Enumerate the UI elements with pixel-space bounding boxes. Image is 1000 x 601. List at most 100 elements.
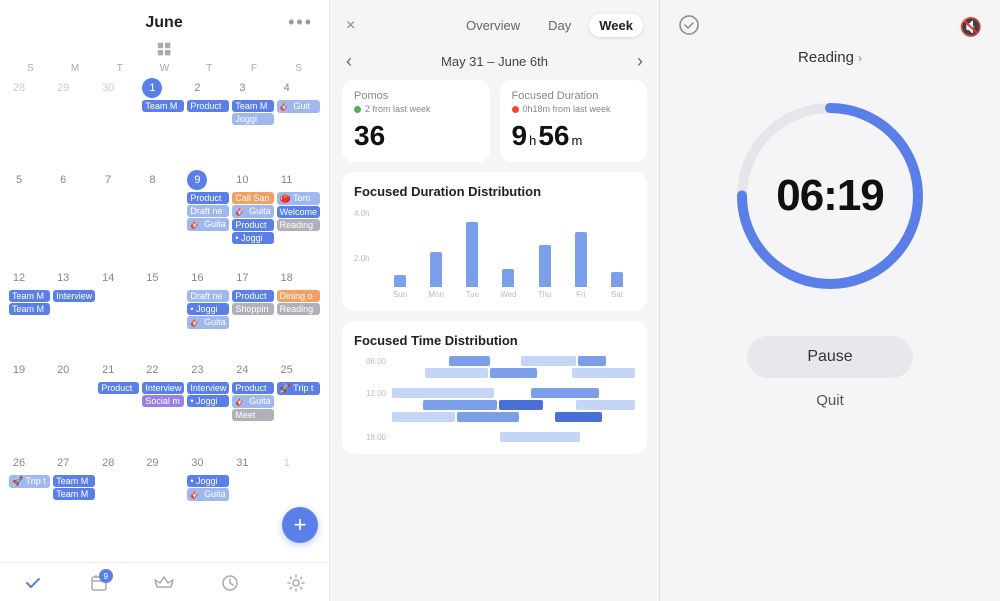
nav-item-crown[interactable] [154,573,174,593]
calendar-menu-icon[interactable]: ••• [288,12,313,33]
bar-wed: Wed [490,269,526,299]
cal-cell-4[interactable]: 4 🎸 Guit [276,76,321,167]
cal-cell-29-other[interactable]: 29 [52,76,96,167]
cal-cell-19[interactable]: 19 [8,358,51,449]
pause-button[interactable]: Pause [747,336,912,378]
heatmap-area: 06:00 [354,356,635,442]
duration-value: 9 h 56 m [512,120,636,152]
duration-minutes-unit: m [571,133,582,148]
nav-item-settings[interactable] [286,573,306,593]
quit-button[interactable]: Quit [816,392,844,409]
crown-nav-icon [154,573,174,593]
nav-item-calendar[interactable]: 9 [89,573,109,593]
cal-cell-18[interactable]: 18 Dining o Reading [276,266,321,357]
pomos-card-title: Pomos [354,90,478,102]
cal-cell-30-other[interactable]: 30 [97,76,140,167]
duration-hours-unit: h [529,133,536,148]
cal-cell-26[interactable]: 26 🚀 Trip t [8,451,51,542]
stats-nav: ‹ May 31 – June 6th › [330,47,659,80]
cal-cell-23[interactable]: 23 Interview • Joggi [186,358,230,449]
cal-cell-16[interactable]: 16 Draft ne • Joggi 🎸 Guita [186,266,230,357]
calendar-day-headers: S M T W T F S [0,61,329,76]
stats-close-icon[interactable]: × [346,17,355,35]
stats-next-button[interactable]: › [637,51,643,72]
cal-cell-7[interactable]: 7 [97,168,140,265]
duration-minutes: 56 [538,120,569,152]
duration-card: Focused Duration 0h18m from last week 9 … [500,80,648,162]
stats-cards: Pomos 2 from last week 36 Focused Durati… [330,80,659,172]
timer-task-row[interactable]: Reading › [798,49,862,66]
gear-nav-icon [286,573,306,593]
timer-top-bar: 🔇 [660,0,1000,49]
heatmap-row-1300 [354,412,635,422]
cal-cell-20[interactable]: 20 [52,358,96,449]
timer-check-icon[interactable] [678,14,700,41]
heatmap-row-1230 [354,400,635,410]
cal-cell-1[interactable]: 1 Team M [141,76,185,167]
stats-tabs: Overview Day Week [456,14,643,37]
clock-nav-icon [220,573,240,593]
nav-item-clock[interactable] [220,573,240,593]
tab-day[interactable]: Day [538,14,581,37]
bar-fri: Fri [563,232,599,299]
bar-chart-section: Focused Duration Distribution 4.0h 2.0h … [342,172,647,311]
cal-cell-24[interactable]: 24 Product 🎸 Guita Meet [231,358,274,449]
cal-cell-29[interactable]: 29 [141,451,185,542]
cal-cell-22[interactable]: 22 Interview Social m [141,358,185,449]
stats-prev-button[interactable]: ‹ [346,51,352,72]
calendar-grid: 28 29 30 1 Team M 2 Product 3 Team M Jog… [0,76,329,562]
check-nav-icon [23,573,43,593]
cal-cell-14[interactable]: 14 [97,266,140,357]
timer-sound-icon[interactable]: 🔇 [960,17,982,38]
calendar-bottom-nav: 9 [0,562,329,601]
cal-cell-2[interactable]: 2 Product [186,76,230,167]
timer-display: 06:19 [776,171,884,221]
cal-cell-31[interactable]: 31 [231,451,274,542]
duration-hours: 9 [512,120,528,152]
cal-cell-15[interactable]: 15 [141,266,185,357]
heatmap-row-0600: 06:00 [354,356,635,366]
calendar-header: June ••• [0,0,329,37]
cal-cell-28-other[interactable]: 28 [8,76,51,167]
cal-cell-11[interactable]: 11 🍅 Tom Welcome Reading [276,168,321,265]
grid-icon[interactable] [156,41,174,59]
cal-cell-28[interactable]: 28 [97,451,140,542]
cal-cell-21[interactable]: 21 Product [97,358,140,449]
cal-cell-27[interactable]: 27 Team M Team M [52,451,96,542]
pomos-badge-dot [354,106,361,113]
calendar-title: June [145,14,182,32]
heatmap-row-1800: 18:00 [354,432,635,442]
nav-item-check[interactable] [23,573,43,593]
timer-panel: 🔇 Reading › 06:19 Pause Quit [660,0,1000,601]
fab-add-button[interactable]: + [282,507,318,543]
cal-cell-3[interactable]: 3 Team M Joggi [231,76,274,167]
cal-cell-17[interactable]: 17 Product Shoppin [231,266,274,357]
pomos-card: Pomos 2 from last week 36 [342,80,490,162]
cal-cell-12[interactable]: 12 Team M Team M [8,266,51,357]
cal-cell-13[interactable]: 13 Interview [52,266,96,357]
cal-cell-30[interactable]: 30 • Joggi 🎸 Guita [186,451,230,542]
cal-cell-9[interactable]: 9 Product Draft ne 🎸 Guita [186,168,230,265]
tab-overview[interactable]: Overview [456,14,530,37]
bar-mon: Mon [418,252,454,299]
timer-task-name: Reading [798,49,854,66]
timer-circle: 06:19 [730,96,930,296]
tab-week[interactable]: Week [589,14,643,37]
pomos-badge: 2 from last week [354,104,478,114]
heatmap-title: Focused Time Distribution [354,333,635,348]
duration-badge: 0h18m from last week [512,104,636,114]
bar-thu: Thu [527,245,563,299]
heatmap-row-1200: 12:00 [354,388,635,398]
bar-chart-title: Focused Duration Distribution [354,184,635,199]
cal-cell-25[interactable]: 25 🚀 Trip t [276,358,321,449]
cal-cell-8[interactable]: 8 [141,168,185,265]
timer-task-arrow: › [858,51,862,65]
duration-badge-dot [512,106,519,113]
bar-chart-yaxis: 4.0h 2.0h [354,209,370,299]
cal-cell-6[interactable]: 6 [52,168,96,265]
cal-cell-10[interactable]: 10 Call San 🎸 Guita Product • Joggi [231,168,274,265]
cal-cell-5[interactable]: 5 [8,168,51,265]
bar-tue: Tue [454,222,490,299]
stats-panel: × Overview Day Week ‹ May 31 – June 6th … [330,0,660,601]
bar-sat: Sat [599,272,635,299]
